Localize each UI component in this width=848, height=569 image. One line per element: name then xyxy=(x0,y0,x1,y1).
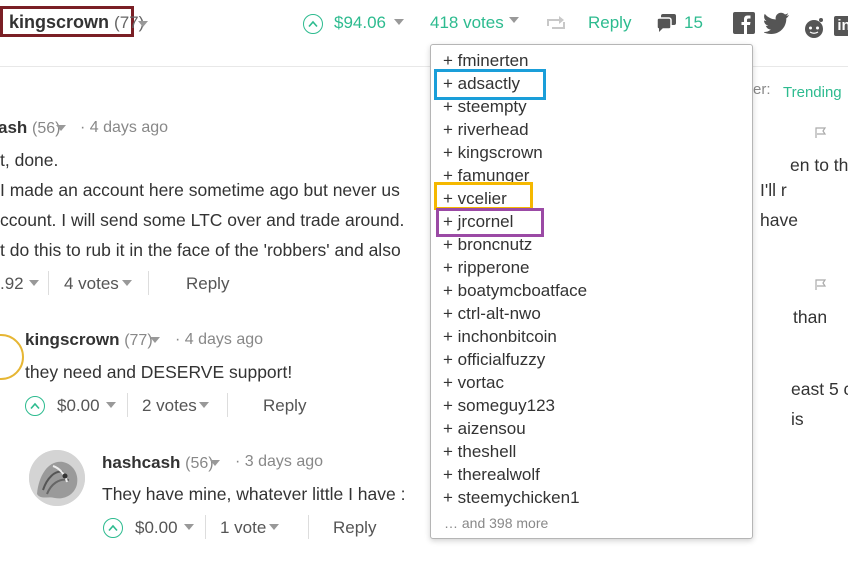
comment-payout[interactable]: $0.00 xyxy=(57,396,100,416)
voter-item[interactable]: + steemychicken1 xyxy=(443,486,580,509)
comment-author[interactable]: hashcash xyxy=(102,453,180,472)
comment-text-fragment: I'll r xyxy=(760,180,787,200)
chevron-down-icon[interactable] xyxy=(184,524,194,530)
highlight-vcelier xyxy=(434,182,533,210)
upvote-icon[interactable] xyxy=(103,518,123,538)
comment-body: they need and DESERVE support! xyxy=(25,362,293,382)
chevron-down-icon[interactable] xyxy=(29,280,39,286)
comment-header: ash (56) xyxy=(0,118,60,138)
comment-votes[interactable]: 4 votes xyxy=(64,274,119,294)
chevron-down-icon[interactable] xyxy=(509,17,519,23)
upvote-icon[interactable] xyxy=(303,14,323,34)
comment-payout[interactable]: .92 xyxy=(0,274,24,294)
avatar[interactable] xyxy=(29,450,85,506)
comment-body: They have mine, whatever little I have : xyxy=(102,484,406,504)
comment-text-fragment: en to th xyxy=(790,155,848,175)
post-votes[interactable]: 418 votes xyxy=(430,13,504,33)
linkedin-icon[interactable]: in xyxy=(834,16,848,36)
comment-author[interactable]: ash xyxy=(0,118,27,137)
twitter-icon[interactable] xyxy=(764,12,790,34)
flag-icon[interactable] xyxy=(815,127,827,139)
comment-text-fragment: is xyxy=(791,409,804,429)
flag-icon[interactable] xyxy=(815,279,827,291)
comment-header: hashcash (56) xyxy=(102,453,214,473)
voter-item[interactable]: + boatymcboatface xyxy=(443,279,587,302)
voter-item[interactable]: + ripperone xyxy=(443,256,529,279)
comment-header: kingscrown (77) xyxy=(25,330,153,350)
voter-item[interactable]: + ctrl-alt-nwo xyxy=(443,302,541,325)
chevron-down-icon[interactable] xyxy=(269,524,279,530)
chevron-down-icon[interactable] xyxy=(138,21,148,27)
post-author-name[interactable]: kingscrown xyxy=(9,12,109,32)
upvote-icon[interactable] xyxy=(25,396,45,416)
chevron-down-icon[interactable] xyxy=(122,280,132,286)
separator xyxy=(148,271,149,295)
comment-payout[interactable]: $0.00 xyxy=(135,518,178,538)
comment-age[interactable]: · 3 days ago xyxy=(235,453,323,471)
chevron-down-icon[interactable] xyxy=(394,19,404,25)
chevron-down-icon[interactable] xyxy=(210,460,220,466)
voter-item[interactable]: + riverhead xyxy=(443,118,529,141)
separator xyxy=(127,393,128,417)
voter-item[interactable]: + vortac xyxy=(443,371,504,394)
separator xyxy=(308,515,309,539)
voter-item[interactable]: + aizensou xyxy=(443,417,526,440)
post-comment-count[interactable]: 15 xyxy=(684,13,703,33)
voter-item[interactable]: + someguy123 xyxy=(443,394,555,417)
comment-author[interactable]: kingscrown xyxy=(25,330,119,349)
comment-body-line: t, done. xyxy=(0,150,59,170)
facebook-icon[interactable] xyxy=(733,12,755,34)
post-reply-link[interactable]: Reply xyxy=(588,13,631,33)
chevron-down-icon[interactable] xyxy=(199,402,209,408)
reddit-icon[interactable] xyxy=(802,16,826,38)
chevron-down-icon[interactable] xyxy=(56,125,66,131)
comment-body-line: ccount. I will send some LTC over and tr… xyxy=(0,210,405,230)
comment-text-fragment: than xyxy=(793,307,828,327)
comment-reply-link[interactable]: Reply xyxy=(333,518,376,538)
comment-text-fragment: east 5 c xyxy=(791,379,848,399)
sort-label: er: xyxy=(753,81,771,98)
comment-votes[interactable]: 2 votes xyxy=(142,396,197,416)
comment-age[interactable]: · 4 days ago xyxy=(175,331,263,349)
comment-text-fragment: have xyxy=(760,210,798,230)
highlight-adsactly xyxy=(434,69,546,100)
separator xyxy=(227,393,228,417)
comments-icon[interactable] xyxy=(656,13,678,33)
post-payout[interactable]: $94.06 xyxy=(334,13,386,33)
comment-author-reputation: (77) xyxy=(124,332,153,349)
chevron-down-icon[interactable] xyxy=(150,337,160,343)
comment-reply-link[interactable]: Reply xyxy=(186,274,229,294)
comment-body-line: t do this to rub it in the face of the '… xyxy=(0,240,401,260)
post-author[interactable]: kingscrown (77) xyxy=(9,12,144,33)
comment-votes[interactable]: 1 vote xyxy=(220,518,266,538)
separator xyxy=(48,271,49,295)
voter-item[interactable]: + officialfuzzy xyxy=(443,348,545,371)
voters-dropdown: + fminerten + adsactly + steempty + riverhe… xyxy=(430,44,753,539)
comment-reply-link[interactable]: Reply xyxy=(263,396,306,416)
voter-item[interactable]: + therealwolf xyxy=(443,463,540,486)
sort-dropdown[interactable]: Trending xyxy=(783,84,842,101)
voter-item[interactable]: + kingscrown xyxy=(443,141,543,164)
comment-age[interactable]: · 4 days ago xyxy=(80,119,168,137)
avatar[interactable] xyxy=(0,334,24,380)
separator xyxy=(205,515,206,539)
resteem-icon[interactable] xyxy=(546,15,566,31)
voter-item[interactable]: + theshell xyxy=(443,440,516,463)
chevron-down-icon[interactable] xyxy=(106,402,116,408)
highlight-jrcornel xyxy=(436,208,544,237)
voter-item[interactable]: + inchonbitcoin xyxy=(443,325,557,348)
more-voters-link[interactable]: … and 398 more xyxy=(444,515,548,531)
comment-body-line: I made an account here sometime ago but … xyxy=(0,180,400,200)
